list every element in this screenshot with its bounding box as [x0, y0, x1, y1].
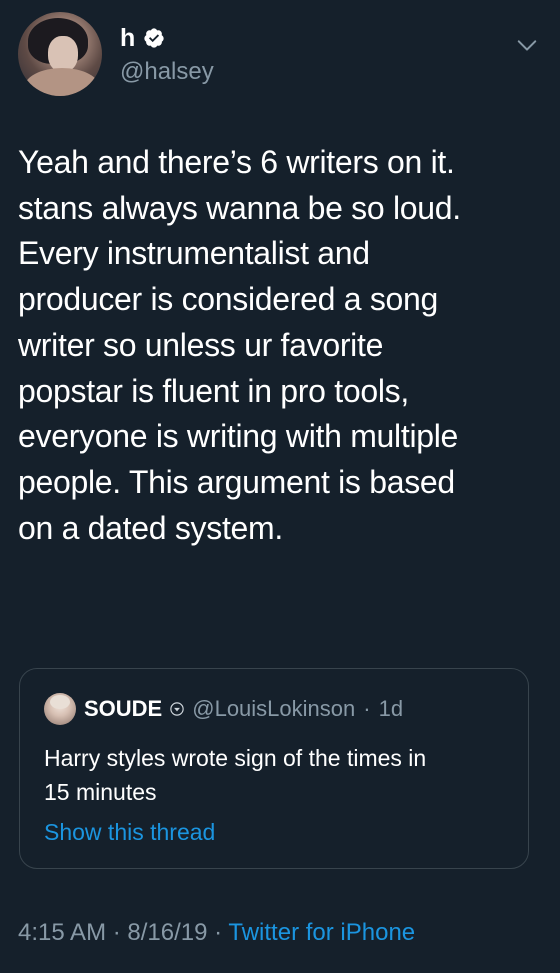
quoted-separator: ·: [363, 696, 371, 721]
tweet-header: h @halsey: [18, 12, 542, 96]
quoted-tweet-text: Harry styles wrote sign of the times in …: [44, 745, 427, 805]
tweet-time[interactable]: 4:15 AM: [18, 919, 106, 946]
quoted-tweet-header: SOUDE @LouisLokinson · 1d: [44, 693, 403, 725]
quoted-author-name: SOUDE: [84, 696, 163, 721]
author-display-name[interactable]: h: [120, 24, 135, 52]
avatar-face: [48, 36, 78, 72]
author-avatar[interactable]: [18, 12, 102, 96]
badge-icon: [170, 702, 184, 716]
author-handle[interactable]: @halsey: [120, 58, 214, 86]
quoted-author-avatar: [44, 693, 76, 725]
tweet-footer: 4:15 AM · 8/16/19 · Twitter for iPhone: [18, 918, 415, 948]
quoted-author-handle: @LouisLokinson: [192, 696, 356, 721]
chevron-down-icon[interactable]: [516, 34, 538, 56]
footer-separator: ·: [112, 919, 121, 946]
tweet-date[interactable]: 8/16/19: [127, 919, 207, 946]
show-thread-link[interactable]: Show this thread: [44, 817, 215, 847]
verified-icon: [144, 28, 164, 48]
tweet-text: Yeah and there’s 6 writers on it. stans …: [18, 144, 461, 546]
footer-separator: ·: [214, 919, 223, 946]
avatar-shoulder: [24, 68, 100, 96]
quoted-timestamp: 1d: [378, 696, 404, 721]
quoted-tweet-card[interactable]: SOUDE @LouisLokinson · 1d Harry styles w…: [19, 668, 529, 869]
author-name-row[interactable]: h: [120, 24, 165, 52]
tweet-source-link[interactable]: Twitter for iPhone: [228, 919, 415, 946]
